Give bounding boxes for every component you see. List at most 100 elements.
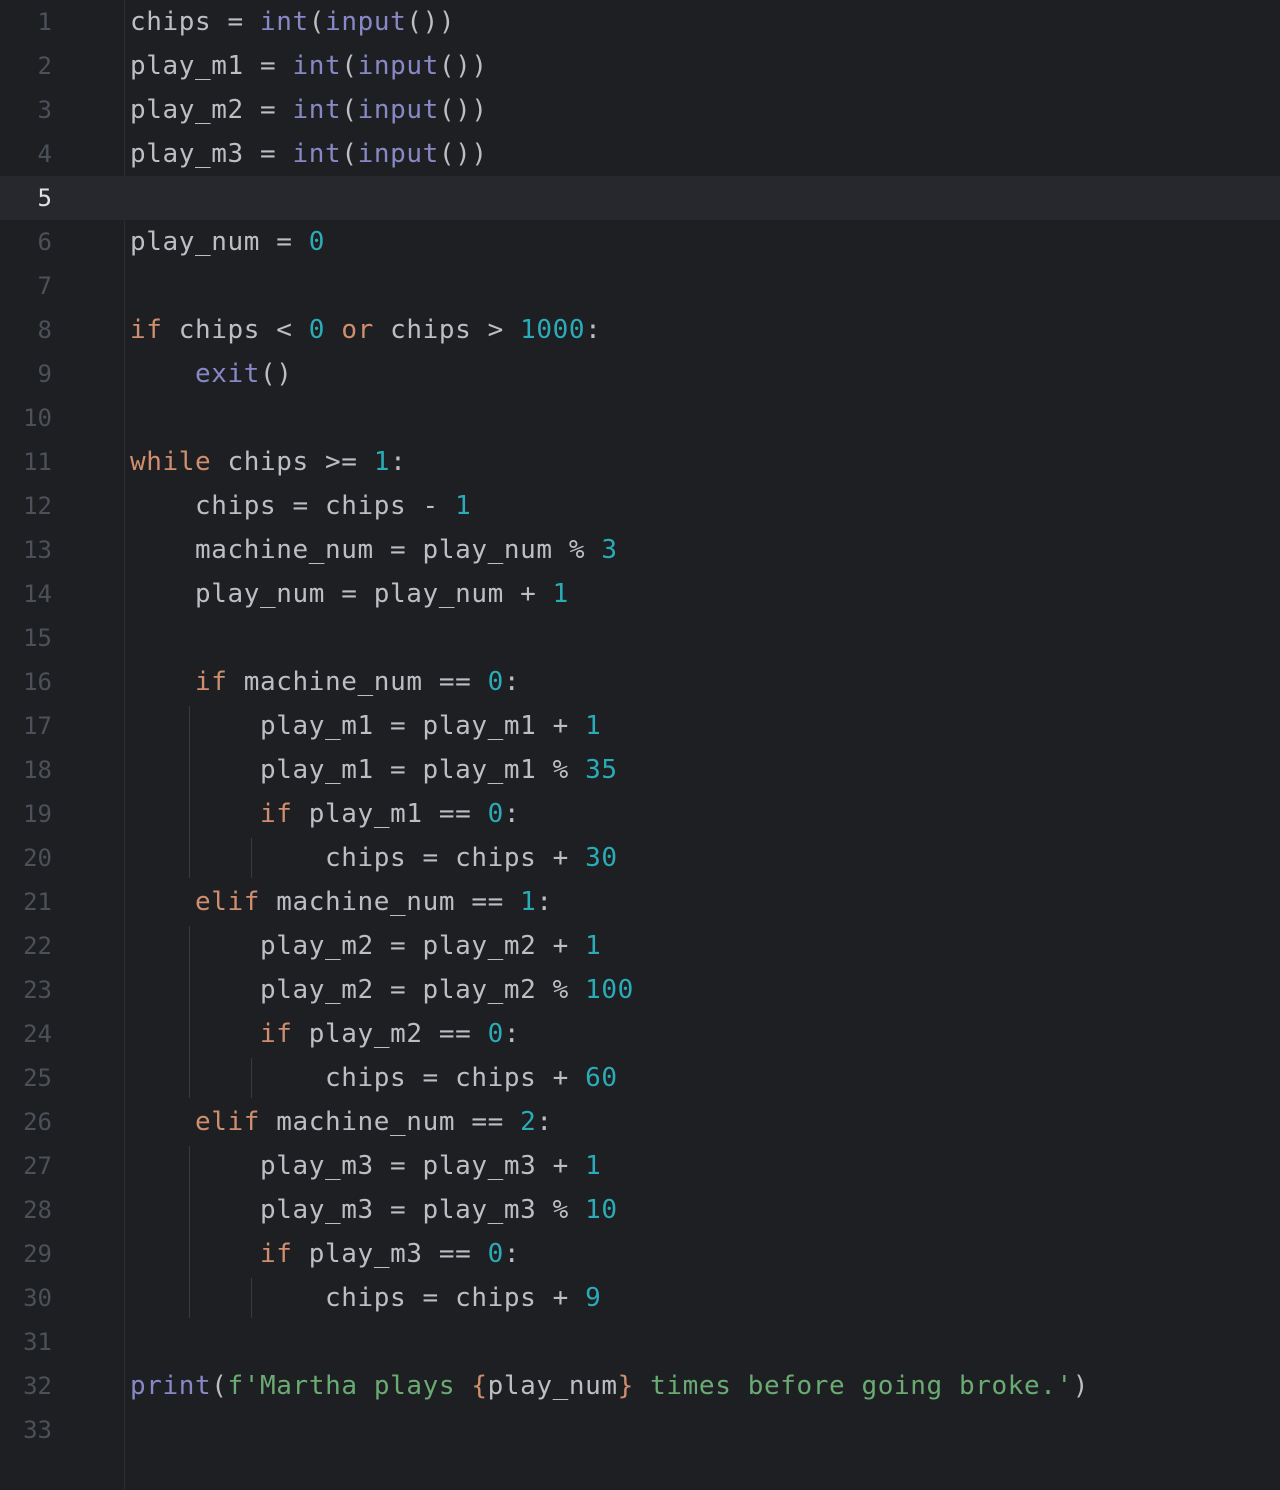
code-token: if [130, 315, 163, 345]
code-line[interactable]: 26 elif machine_num == 2: [0, 1100, 1280, 1144]
code-token: play_m3 = [130, 139, 293, 169]
code-line[interactable]: 22 play_m2 = play_m2 + 1 [0, 924, 1280, 968]
code-line[interactable]: 12 chips = chips - 1 [0, 484, 1280, 528]
code-token: ) [1072, 1371, 1090, 1401]
code-token: elif [195, 887, 261, 917]
code-text: play_num = play_num + 1 [130, 572, 569, 616]
code-line[interactable]: 20 chips = chips + 30 [0, 836, 1280, 880]
code-token: ( [308, 7, 326, 37]
code-line[interactable]: 9 exit() [0, 352, 1280, 396]
code-line[interactable]: 33 [0, 1408, 1280, 1452]
code-token: machine_num == [260, 1107, 521, 1137]
line-number: 7 [37, 272, 52, 300]
line-number: 13 [23, 536, 52, 564]
code-editor[interactable]: 1 chips = int(input()) 2 play_m1 = int(inpu… [0, 0, 1280, 1490]
line-number: 26 [23, 1108, 52, 1136]
code-token: : [585, 315, 602, 345]
code-token: ()) [438, 95, 488, 125]
code-line[interactable]: 23 play_m2 = play_m2 % 100 [0, 968, 1280, 1012]
code-token: int [292, 95, 342, 125]
code-text: while chips >= 1: [130, 440, 406, 484]
code-line[interactable]: 31 [0, 1320, 1280, 1364]
code-token: chips = chips - [130, 491, 456, 521]
line-number: 11 [23, 448, 52, 476]
code-line[interactable]: 3 play_m2 = int(input()) [0, 88, 1280, 132]
code-line[interactable]: 8 if chips < 0 or chips > 1000: [0, 308, 1280, 352]
code-token: 1 [373, 447, 391, 477]
code-text: play_m2 = int(input()) [130, 88, 488, 132]
code-token: 10 [585, 1195, 618, 1225]
code-line[interactable]: 10 [0, 396, 1280, 440]
code-line[interactable]: 32 print(f'Martha plays {play_num} times … [0, 1364, 1280, 1408]
code-token: play_m3 == [292, 1239, 488, 1269]
code-line[interactable]: 16 if machine_num == 0: [0, 660, 1280, 704]
line-number: 14 [23, 580, 52, 608]
code-token: play_num = play_num + [130, 579, 553, 609]
code-token: 3 [601, 535, 618, 565]
code-text: print(f'Martha plays {play_num} times be… [130, 1364, 1089, 1408]
code-text: chips = chips + 9 [130, 1276, 601, 1320]
code-line[interactable]: 24 if play_m2 == 0: [0, 1012, 1280, 1056]
code-line[interactable]: 15 [0, 616, 1280, 660]
code-token: ( [341, 95, 358, 125]
code-token: play_m1 == [292, 799, 488, 829]
code-text: exit() [130, 352, 293, 396]
line-number: 31 [23, 1328, 52, 1356]
code-line[interactable]: 4 play_m3 = int(input()) [0, 132, 1280, 176]
line-number: 17 [23, 712, 52, 740]
code-token: input [325, 7, 407, 37]
code-line[interactable]: 28 play_m3 = play_m3 % 10 [0, 1188, 1280, 1232]
line-number: 2 [37, 52, 52, 80]
code-token: { [471, 1371, 488, 1401]
line-number: 25 [23, 1064, 52, 1092]
code-line[interactable]: 29 if play_m3 == 0: [0, 1232, 1280, 1276]
code-text: if machine_num == 0: [130, 660, 520, 704]
code-line[interactable]: 11 while chips >= 1: [0, 440, 1280, 484]
code-text: elif machine_num == 1: [130, 880, 553, 924]
code-token: chips = chips + [130, 1063, 586, 1093]
code-line[interactable]: 19 if play_m1 == 0: [0, 792, 1280, 836]
code-token: ( [341, 51, 358, 81]
code-text: play_m1 = play_m1 % 35 [130, 748, 618, 792]
code-token: ( [341, 139, 358, 169]
code-line[interactable]: 2 play_m1 = int(input()) [0, 44, 1280, 88]
code-line[interactable]: 21 elif machine_num == 1: [0, 880, 1280, 924]
code-token: play_m1 = play_m1 + [130, 711, 586, 741]
code-line[interactable]: 30 chips = chips + 9 [0, 1276, 1280, 1320]
code-text: chips = int(input()) [130, 0, 455, 44]
line-number: 19 [23, 800, 52, 828]
code-text: chips = chips + 30 [130, 836, 618, 880]
code-line[interactable]: 1 chips = int(input()) [0, 0, 1280, 44]
code-line[interactable]: 6 play_num = 0 [0, 220, 1280, 264]
code-line[interactable]: 18 play_m1 = play_m1 % 35 [0, 748, 1280, 792]
code-token: if [260, 1019, 293, 1049]
code-token: ()) [438, 139, 488, 169]
code-token: () [260, 359, 293, 389]
line-number: 16 [23, 668, 52, 696]
code-token: input [357, 95, 439, 125]
code-line[interactable]: 27 play_m3 = play_m3 + 1 [0, 1144, 1280, 1188]
code-line[interactable]: 7 [0, 264, 1280, 308]
code-token: machine_num = play_num % [130, 535, 602, 565]
code-token: int [292, 139, 342, 169]
code-token: input [357, 139, 439, 169]
code-line[interactable]: 5 [0, 176, 1280, 220]
code-text: play_m3 = int(input()) [130, 132, 488, 176]
code-token: chips = chips + [130, 843, 586, 873]
line-number: 1 [37, 8, 52, 36]
code-text: play_m1 = int(input()) [130, 44, 488, 88]
code-line[interactable]: 25 chips = chips + 60 [0, 1056, 1280, 1100]
code-token: chips = chips + [130, 1283, 586, 1313]
code-line[interactable]: 17 play_m1 = play_m1 + 1 [0, 704, 1280, 748]
code-token: 30 [585, 843, 618, 873]
code-line[interactable]: 13 machine_num = play_num % 3 [0, 528, 1280, 572]
code-token: or [341, 315, 374, 345]
code-token: play_m1 = [130, 51, 293, 81]
line-number: 30 [23, 1284, 52, 1312]
line-number: 5 [37, 184, 52, 212]
code-line[interactable]: 14 play_num = play_num + 1 [0, 572, 1280, 616]
code-token: play_m3 = play_m3 % [130, 1195, 586, 1225]
